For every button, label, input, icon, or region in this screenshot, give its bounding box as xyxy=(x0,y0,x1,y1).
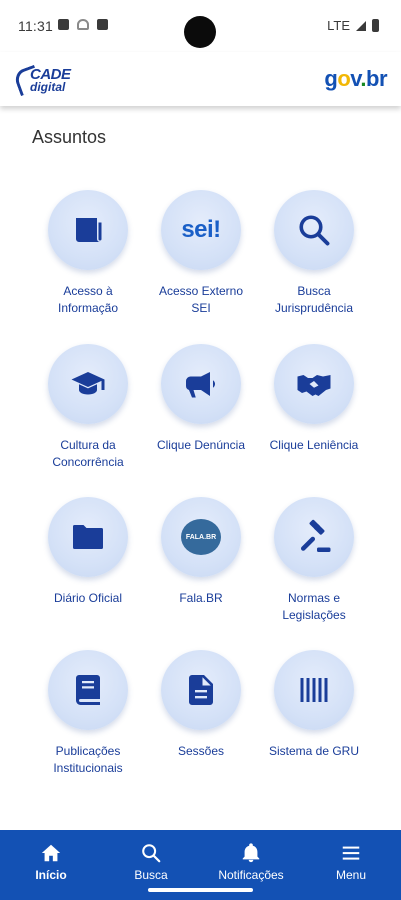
cade-digital-logo[interactable]: CADE digital xyxy=(12,64,86,97)
tile-circle[interactable] xyxy=(274,650,354,730)
graduation-cap-icon xyxy=(71,372,105,395)
fala-br-logo-text: FALA.BR xyxy=(185,533,217,541)
gavel-icon xyxy=(300,519,331,552)
tile-circle[interactable] xyxy=(274,344,354,424)
search-icon xyxy=(142,844,161,863)
tile-label-line: Publicações xyxy=(55,744,121,758)
tile-label: Sessões xyxy=(141,743,261,760)
tile-label: Cultura da Concorrência xyxy=(28,437,148,471)
tile-label-line: Informação xyxy=(57,301,119,315)
tile-circle[interactable] xyxy=(48,650,128,730)
status-time: 11:31 xyxy=(18,18,53,34)
nav-busca[interactable]: Busca xyxy=(106,842,196,882)
menu-icon xyxy=(342,846,360,860)
tile-label-line: Sessões xyxy=(177,744,225,758)
tile-label-line: Clique Leniência xyxy=(269,438,359,452)
document-icon xyxy=(189,675,213,705)
megaphone-icon xyxy=(185,372,216,398)
tile-label-line: Clique Denúncia xyxy=(156,438,246,452)
gov-br-logo[interactable]: gov.br xyxy=(324,66,387,92)
tile-circle[interactable]: sei! xyxy=(161,190,241,270)
home-icon xyxy=(41,844,61,862)
gov-logo-o: o xyxy=(337,66,351,91)
newspaper-icon xyxy=(76,218,102,242)
tile-label-line: Acesso Externo xyxy=(158,284,244,298)
camera-cutout xyxy=(184,16,216,48)
status-bar: 11:31 LTE xyxy=(0,0,401,52)
tile-label: Diário Oficial xyxy=(28,590,148,607)
bell-icon xyxy=(242,843,260,863)
app-notification-icon xyxy=(97,19,108,30)
tile-label: Fala.BR xyxy=(141,590,261,607)
tile-circle[interactable] xyxy=(48,344,128,424)
tile-circle[interactable] xyxy=(48,190,128,270)
nav-label: Busca xyxy=(134,868,168,882)
nav-label: Menu xyxy=(335,868,367,882)
tile-label: Clique Denúncia xyxy=(141,437,261,454)
tile-label-line: Diário Oficial xyxy=(53,591,122,605)
tile-label-line: Busca xyxy=(297,284,331,298)
folder-icon xyxy=(73,525,103,549)
nav-label: Notificações xyxy=(218,868,284,882)
tile-label-line: Legislações xyxy=(282,608,346,622)
gov-logo-g: g xyxy=(324,66,338,91)
barcode-icon xyxy=(300,678,328,702)
fala-br-logo-icon: FALA.BR xyxy=(181,519,221,555)
status-right: LTE xyxy=(327,18,379,33)
nav-menu[interactable]: Menu xyxy=(306,842,396,882)
tile-circle[interactable] xyxy=(274,497,354,577)
tile-label-line: SEI xyxy=(191,301,211,315)
search-icon xyxy=(299,215,330,246)
gov-logo-v: v xyxy=(350,66,361,91)
tile-label-line: Fala.BR xyxy=(179,591,223,605)
handshake-icon xyxy=(297,375,331,396)
tile-label-line: Cultura da xyxy=(60,438,116,452)
tile-label-line: Normas e xyxy=(287,591,340,605)
tile-label: Clique Leniência xyxy=(254,437,374,454)
tile-circle[interactable] xyxy=(274,190,354,270)
sim-icon xyxy=(58,19,69,30)
tile-label: Acesso Externo SEI xyxy=(141,283,261,317)
signal-icon xyxy=(356,20,366,31)
tile-circle[interactable]: FALA.BR xyxy=(161,497,241,577)
notification-icons xyxy=(58,19,108,30)
sei-logo-icon: sei! xyxy=(181,216,221,243)
home-indicator[interactable] xyxy=(148,888,253,892)
battery-icon xyxy=(372,19,379,32)
tile-label: Sistema de GRU xyxy=(254,743,374,760)
tile-label: Busca Jurisprudência xyxy=(254,283,374,317)
tile-label: Publicações Institucionais xyxy=(28,743,148,777)
section-title: Assuntos xyxy=(32,127,107,147)
tile-circle[interactable] xyxy=(161,344,241,424)
gov-logo-br: br xyxy=(366,66,388,91)
network-type: LTE xyxy=(327,18,350,33)
book-icon xyxy=(76,675,100,705)
tile-label: Normas e Legislações xyxy=(254,590,374,624)
tile-label-line: Jurisprudência xyxy=(274,301,354,315)
tile-circle[interactable] xyxy=(161,650,241,730)
tile-label-line: Institucionais xyxy=(53,761,123,775)
tile-label-line: Concorrência xyxy=(52,455,124,469)
tile-circle[interactable] xyxy=(48,497,128,577)
tile-label-line: Sistema de GRU xyxy=(268,744,360,758)
wifi-icon xyxy=(77,19,89,30)
cade-logo-sub: digital xyxy=(30,80,66,94)
tile-label: Acesso à Informação xyxy=(28,283,148,317)
nav-notificacoes[interactable]: Notificações xyxy=(206,842,296,882)
nav-label: Início xyxy=(35,868,67,882)
nav-inicio[interactable]: Início xyxy=(6,842,96,882)
tile-label-line: Acesso à xyxy=(63,284,113,298)
app-header: CADE digital gov.br xyxy=(0,52,401,106)
